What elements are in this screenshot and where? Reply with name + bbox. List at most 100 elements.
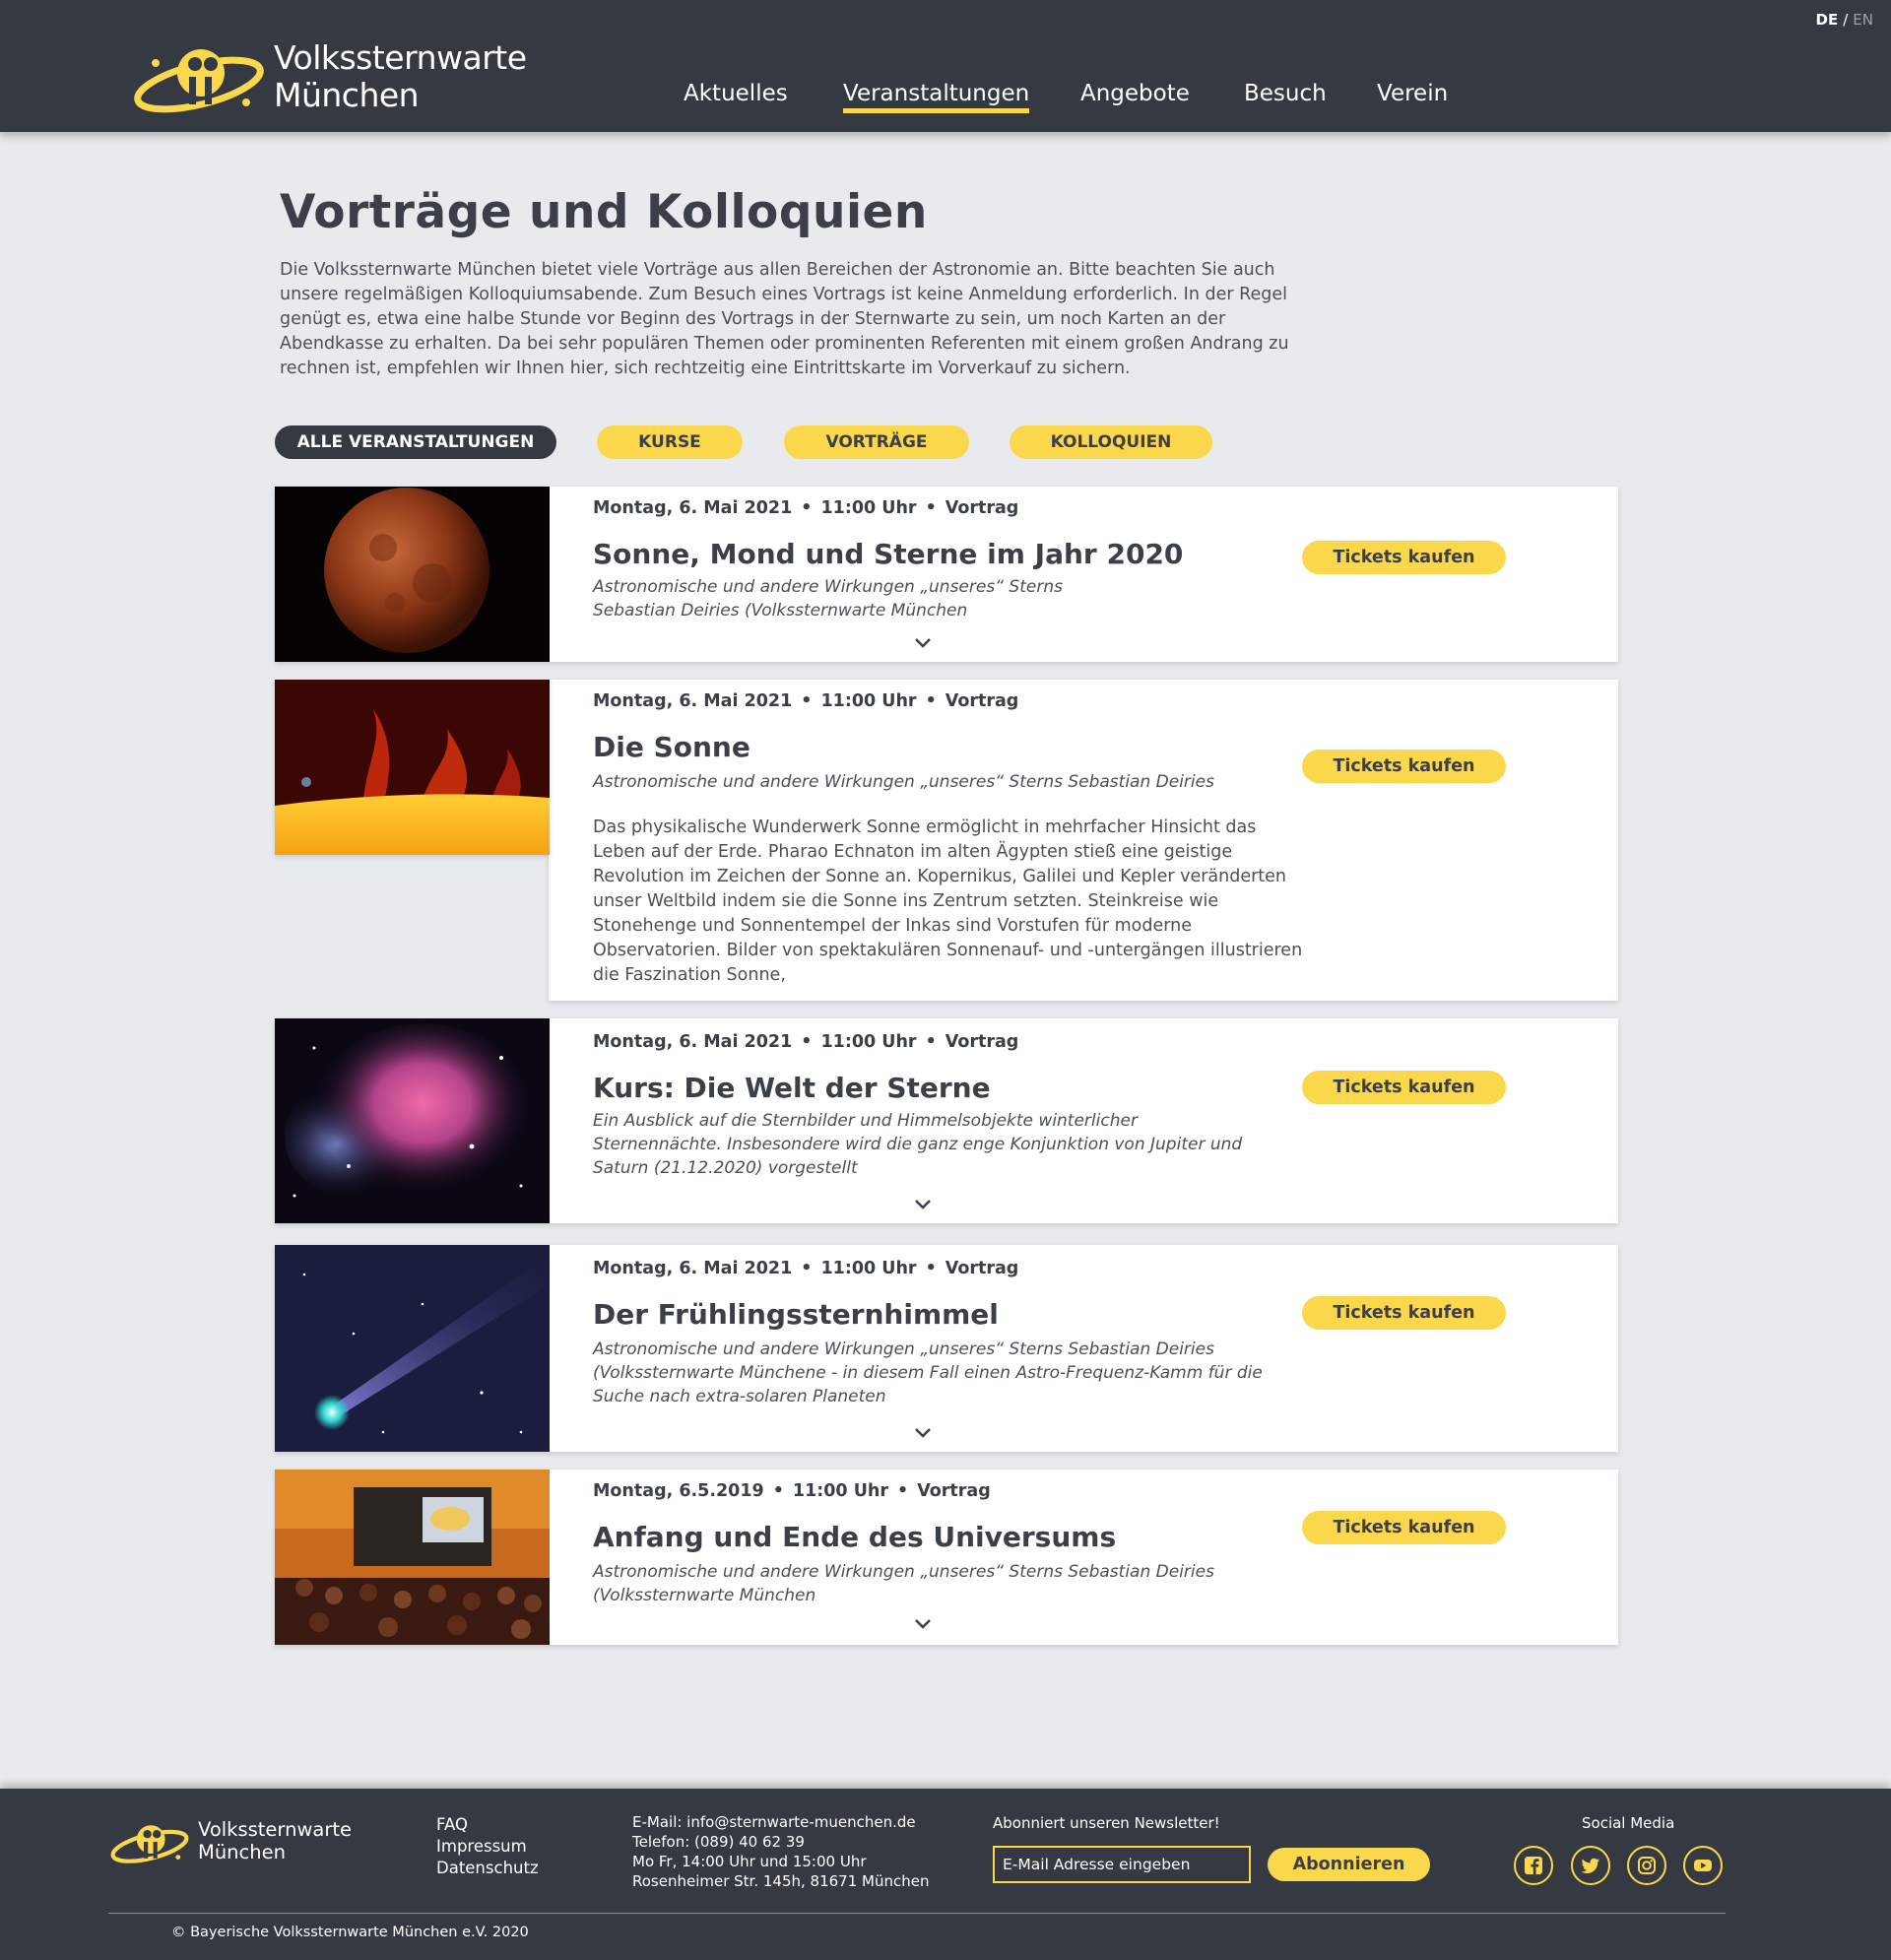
- event-subtitle: Astronomische und andere Wirkungen „unse…: [593, 772, 1214, 792]
- nav-item-verein[interactable]: Verein: [1377, 81, 1448, 106]
- filter-colloquia[interactable]: KOLLOQUIEN: [1010, 425, 1212, 459]
- meta-separator: •: [801, 691, 813, 711]
- nav-item-aktuelles[interactable]: Aktuelles: [684, 81, 788, 106]
- event-title[interactable]: Anfang und Ende des Universums: [593, 1521, 1116, 1553]
- page-intro: Die Volkssternwarte München bietet viele…: [280, 260, 1289, 378]
- event-title[interactable]: Die Sonne: [593, 731, 750, 763]
- nav-item-besuch[interactable]: Besuch: [1244, 81, 1327, 106]
- tickets-button[interactable]: Tickets kaufen: [1302, 750, 1506, 783]
- lecture-hall-image: [275, 1470, 550, 1645]
- site-header: Volkssternwarte München DE / EN Aktuelles …: [0, 0, 1891, 132]
- tickets-button[interactable]: Tickets kaufen: [1302, 1511, 1506, 1544]
- filter-all-events[interactable]: ALLE VERANSTALTUNGEN: [275, 425, 556, 459]
- site-footer: Volkssternwarte München FAQ Impressum Da…: [0, 1789, 1891, 1960]
- contact-email[interactable]: E-Mail: info@sternwarte-muenchen.de: [632, 1812, 930, 1832]
- newsletter-email-field[interactable]: E-Mail Adresse eingeben: [993, 1846, 1251, 1883]
- event-description: Das physikalische Wunderwerk Sonne ermög…: [593, 817, 1303, 985]
- event-type: Vortrag: [945, 1032, 1019, 1052]
- event-date: Montag, 6.5.2019: [593, 1481, 764, 1501]
- event-date: Montag, 6. Mai 2021: [593, 691, 793, 711]
- lang-en[interactable]: EN: [1853, 11, 1873, 29]
- brand-line-1: Volkssternwarte: [274, 38, 527, 77]
- meta-separator: •: [772, 1481, 784, 1501]
- event-time: 11:00 Uhr: [820, 691, 917, 711]
- contact-phone: Telefon: (089) 40 62 39: [632, 1833, 805, 1851]
- meta-separator: •: [897, 1481, 909, 1501]
- meta-separator: •: [925, 1259, 937, 1278]
- event-time: 11:00 Uhr: [820, 1032, 917, 1052]
- meta-separator: •: [925, 498, 937, 518]
- youtube-icon[interactable]: [1683, 1846, 1723, 1885]
- footer-link-impressum[interactable]: Impressum: [436, 1836, 539, 1858]
- event-card: Montag, 6.5.2019 • 11:00 Uhr • Vortrag Anfan…: [275, 1470, 1618, 1645]
- event-subtitle: Ein Ausblick auf die Sternbilder und Him…: [593, 1111, 1243, 1178]
- language-switcher: DE / EN: [1816, 11, 1873, 29]
- twitter-icon[interactable]: [1571, 1846, 1610, 1885]
- contact-address: Rosenheimer Str. 145h, 81671 München: [632, 1872, 930, 1890]
- event-subtitle: Astronomische und andere Wirkungen „unse…: [593, 1339, 1263, 1406]
- event-card: Montag, 6. Mai 2021 • 11:00 Uhr • Vortrag Di…: [275, 680, 1618, 1001]
- event-subtitle: Astronomische und andere Wirkungen „unse…: [593, 577, 1063, 621]
- meta-separator: •: [801, 498, 813, 518]
- social-media-label: Social Media: [1582, 1814, 1675, 1832]
- filter-lectures[interactable]: VORTRÄGE: [784, 425, 969, 459]
- event-date: Montag, 6. Mai 2021: [593, 498, 793, 518]
- event-title[interactable]: Sonne, Mond und Sterne im Jahr 2020: [593, 538, 1183, 570]
- site-logo[interactable]: Volkssternwarte München: [130, 37, 527, 116]
- event-time: 11:00 Uhr: [820, 498, 917, 518]
- event-type: Vortrag: [945, 1259, 1019, 1278]
- filter-courses[interactable]: KURSE: [597, 425, 743, 459]
- tickets-button[interactable]: Tickets kaufen: [1302, 1071, 1506, 1104]
- event-card: Montag, 6. Mai 2021 • 11:00 Uhr • Vortrag So…: [275, 487, 1618, 662]
- event-title[interactable]: Der Frühlingssternhimmel: [593, 1298, 999, 1331]
- facebook-icon[interactable]: [1514, 1846, 1553, 1885]
- event-meta: Montag, 6. Mai 2021 • 11:00 Uhr • Vortrag: [593, 1259, 1018, 1278]
- event-meta: Montag, 6. Mai 2021 • 11:00 Uhr • Vortrag: [593, 691, 1018, 711]
- meta-separator: •: [925, 691, 937, 711]
- sun-prominence-image: [275, 680, 550, 855]
- event-meta: Montag, 6. Mai 2021 • 11:00 Uhr • Vortrag: [593, 498, 1018, 518]
- comet-image: [275, 1245, 550, 1452]
- event-type: Vortrag: [945, 691, 1019, 711]
- footer-brand-line-1: Volkssternwarte: [198, 1818, 353, 1841]
- subscribe-button[interactable]: Abonnieren: [1268, 1848, 1430, 1881]
- brand-name: Volkssternwarte München: [274, 39, 527, 114]
- meta-separator: •: [801, 1032, 813, 1052]
- meta-separator: •: [925, 1032, 937, 1052]
- chevron-down-icon[interactable]: [913, 1198, 933, 1211]
- chevron-down-icon[interactable]: [913, 1426, 933, 1440]
- contact-hours: Mo Fr, 14:00 Uhr und 15:00 Uhr: [632, 1853, 867, 1870]
- nav-item-veranstaltungen[interactable]: Veranstaltungen: [843, 81, 1030, 113]
- event-type: Vortrag: [945, 498, 1019, 518]
- tickets-button[interactable]: Tickets kaufen: [1302, 541, 1506, 574]
- event-time: 11:00 Uhr: [820, 1259, 917, 1278]
- event-card: Montag, 6. Mai 2021 • 11:00 Uhr • Vortrag Ku…: [275, 1018, 1618, 1223]
- observatory-logo-icon: [134, 49, 264, 113]
- event-title[interactable]: Kurs: Die Welt der Sterne: [593, 1072, 991, 1104]
- copyright: © Bayerische Volkssternwarte München e.V…: [171, 1925, 529, 1940]
- tickets-button[interactable]: Tickets kaufen: [1302, 1296, 1506, 1330]
- event-type: Vortrag: [917, 1481, 991, 1501]
- blood-moon-image: [275, 487, 550, 662]
- footer-link-faq[interactable]: FAQ: [436, 1814, 539, 1836]
- event-time: 11:00 Uhr: [792, 1481, 888, 1501]
- chevron-down-icon[interactable]: [913, 636, 933, 650]
- meta-separator: •: [801, 1259, 813, 1278]
- nav-item-angebote[interactable]: Angebote: [1080, 81, 1190, 106]
- footer-brand-line-2: München: [198, 1841, 286, 1863]
- brand-line-2: München: [274, 76, 420, 114]
- footer-link-datenschutz[interactable]: Datenschutz: [436, 1858, 539, 1879]
- page-title: Vorträge und Kolloquien: [280, 185, 928, 239]
- lang-de[interactable]: DE: [1816, 11, 1839, 29]
- chevron-down-icon[interactable]: [913, 1617, 933, 1631]
- nebula-image: [275, 1018, 550, 1223]
- event-subtitle: Astronomische und andere Wirkungen „unse…: [593, 1562, 1214, 1605]
- footer-contact: E-Mail: info@sternwarte-muenchen.de Tele…: [632, 1812, 930, 1891]
- footer-brand-name: Volkssternwarte München: [198, 1818, 352, 1863]
- event-date: Montag, 6. Mai 2021: [593, 1259, 793, 1278]
- lang-separator: /: [1843, 11, 1849, 29]
- event-card: Montag, 6. Mai 2021 • 11:00 Uhr • Vortrag De…: [275, 1245, 1618, 1452]
- instagram-icon[interactable]: [1627, 1846, 1666, 1885]
- footer-links: FAQ Impressum Datenschutz: [436, 1814, 539, 1879]
- event-meta: Montag, 6. Mai 2021 • 11:00 Uhr • Vortrag: [593, 1032, 1018, 1052]
